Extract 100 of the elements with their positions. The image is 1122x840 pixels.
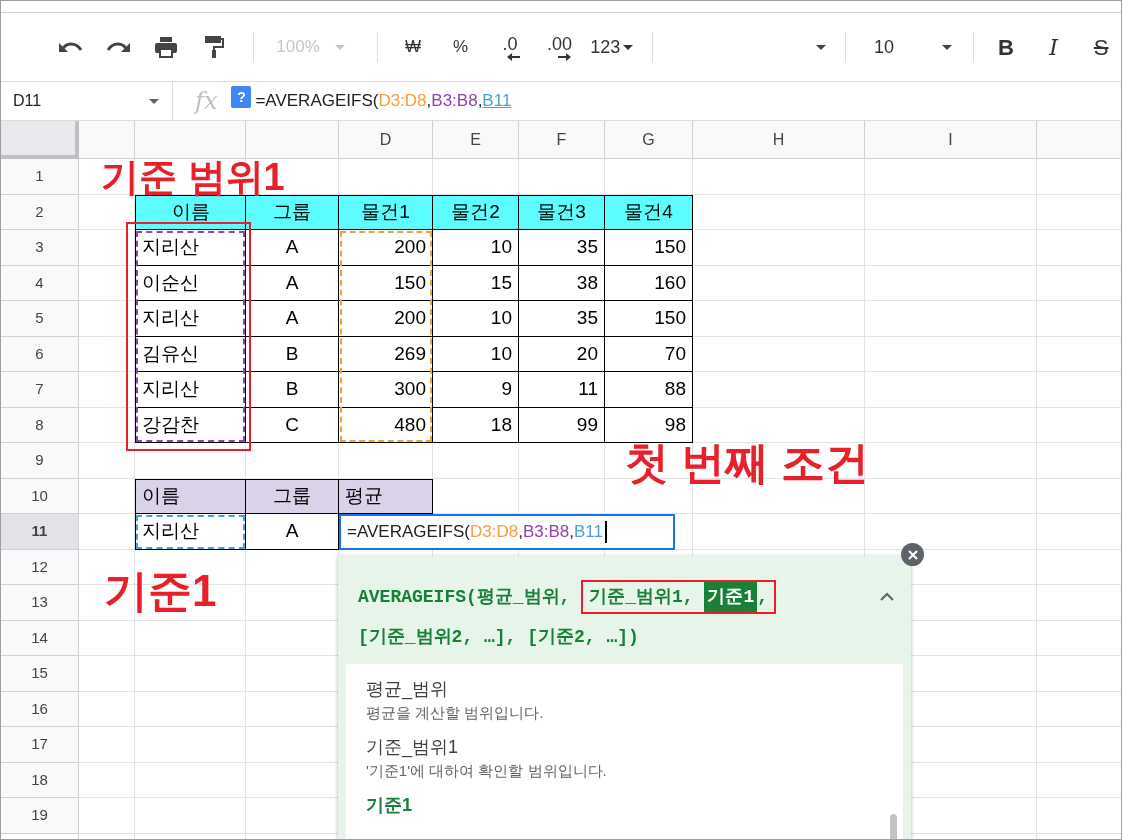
table-cell: A xyxy=(246,230,339,266)
row-header[interactable]: 12 xyxy=(1,549,79,585)
row-header[interactable]: 19 xyxy=(1,798,79,834)
chevron-up-icon xyxy=(880,591,894,601)
table-cell: C xyxy=(246,407,339,443)
column-heading: 물건4 xyxy=(605,194,693,230)
italic-button[interactable]: I xyxy=(1033,29,1074,65)
table-cell: 9 xyxy=(433,372,519,408)
help-button[interactable]: ? xyxy=(231,86,252,108)
column-header[interactable]: F xyxy=(519,121,605,159)
column-heading: 물건3 xyxy=(519,194,605,230)
row-header[interactable]: 9 xyxy=(1,443,79,479)
table-cell: 38 xyxy=(519,265,605,301)
table-cell: 269 xyxy=(339,336,433,372)
row-header[interactable]: 2 xyxy=(1,194,79,230)
caret-down-icon xyxy=(148,97,160,105)
table-cell: B xyxy=(246,336,339,372)
signature-text: , xyxy=(757,586,769,609)
row-header[interactable]: 11 xyxy=(1,514,79,550)
annotation-label: 첫 번째 조건 xyxy=(625,441,870,485)
column-heading: 물건2 xyxy=(433,194,519,230)
row-header[interactable]: 15 xyxy=(1,656,79,692)
table-cell: 98 xyxy=(605,407,693,443)
table-cell: 150 xyxy=(605,301,693,337)
row-header[interactable]: 14 xyxy=(1,620,79,656)
arrow-icon xyxy=(507,53,522,61)
caret-down-icon xyxy=(815,43,828,51)
print-icon xyxy=(153,36,178,58)
table-cell: A xyxy=(246,265,339,301)
cell-editor[interactable]: =AVERAGEIFS(D3:D8,B3:B8,B11 xyxy=(339,514,675,550)
row-header[interactable]: 17 xyxy=(1,727,79,763)
row-header[interactable]: 6 xyxy=(1,336,79,372)
caret-down-icon xyxy=(941,43,954,51)
decimal-increase-button[interactable]: .00 xyxy=(534,29,585,65)
table-cell: 70 xyxy=(605,336,693,372)
table-cell: B xyxy=(246,372,339,408)
row-header[interactable]: 16 xyxy=(1,691,79,727)
argument-name: 기준1 xyxy=(366,794,413,817)
decimal-decrease-button[interactable]: .0 xyxy=(485,29,535,65)
table-cell: 200 xyxy=(339,230,433,266)
annotation-label: 기준 범위1 xyxy=(101,160,285,195)
paint-roller-icon xyxy=(203,35,224,59)
column-header[interactable]: D xyxy=(339,121,433,159)
signature-text: [기준_범위2, …], [기준2, …]) xyxy=(358,626,639,649)
annotation-label: 기준1 xyxy=(104,569,217,613)
table-cell: 99 xyxy=(519,407,605,443)
column-header[interactable]: H xyxy=(693,121,865,159)
table-cell: 300 xyxy=(339,372,433,408)
column-header[interactable]: I xyxy=(865,121,1037,159)
signature-text: 기준_범위1, xyxy=(589,586,695,609)
argument-description: 평균을 계산할 범위입니다. xyxy=(366,703,545,723)
row-header[interactable]: 10 xyxy=(1,478,79,514)
table-cell: 11 xyxy=(519,372,605,408)
table-cell: 10 xyxy=(433,230,519,266)
column-heading: 물건1 xyxy=(339,194,433,230)
argument-name: 평균_범위 xyxy=(366,678,449,702)
table-cell: 지리산 xyxy=(135,514,246,550)
scrollbar-thumb[interactable] xyxy=(890,814,897,839)
column-header[interactable] xyxy=(135,121,246,159)
argument-description: '기준1'에 대하여 확인할 범위입니다. xyxy=(366,761,608,781)
argument-name: 기준_범위1 xyxy=(366,736,460,760)
table-cell: 160 xyxy=(605,265,693,301)
table-cell: 18 xyxy=(433,407,519,443)
column-header[interactable]: E xyxy=(433,121,519,159)
signature-text: AVERAGEIFS(평균_범위, xyxy=(358,586,572,609)
close-icon xyxy=(907,549,918,560)
formula-input[interactable]: =AVERAGEIFS(D3:D8,B3:B8,B11 xyxy=(255,88,512,114)
table-cell: 150 xyxy=(605,230,693,266)
column-header[interactable] xyxy=(1037,121,1121,159)
column-header[interactable] xyxy=(246,121,339,159)
row-header[interactable]: 13 xyxy=(1,585,79,621)
name-box[interactable]: D11 xyxy=(1,82,173,120)
font-size-dropdown[interactable]: 10 xyxy=(858,29,962,65)
row-header[interactable]: 18 xyxy=(1,762,79,798)
row-header[interactable]: 8 xyxy=(1,407,79,443)
table-cell: 35 xyxy=(519,301,605,337)
table-cell: 88 xyxy=(605,372,693,408)
format-button[interactable]: ₩ xyxy=(390,29,436,65)
table-cell: 20 xyxy=(519,336,605,372)
strikethrough-button[interactable]: S xyxy=(1081,29,1121,65)
column-header[interactable] xyxy=(79,121,135,159)
caret-down-icon xyxy=(622,43,635,51)
signature-text: 기준1 xyxy=(704,582,758,612)
select-all-corner[interactable] xyxy=(1,121,79,159)
close-button[interactable] xyxy=(901,543,924,566)
column-header[interactable]: G xyxy=(605,121,693,159)
row-header[interactable]: 3 xyxy=(1,230,79,266)
table-cell: 15 xyxy=(433,265,519,301)
row-header[interactable]: 7 xyxy=(1,372,79,408)
table-cell: 10 xyxy=(433,301,519,337)
table-cell: 10 xyxy=(433,336,519,372)
column-heading: 평균 xyxy=(339,478,433,514)
row-header[interactable]: 1 xyxy=(1,159,79,195)
format-button[interactable]: % xyxy=(437,29,484,65)
row-header[interactable]: 4 xyxy=(1,265,79,301)
number-format-dropdown[interactable]: 123 xyxy=(584,29,640,65)
caret-down-icon xyxy=(333,43,346,51)
bold-button[interactable]: B xyxy=(986,29,1026,65)
row-header[interactable]: 5 xyxy=(1,301,79,337)
table-cell: 200 xyxy=(339,301,433,337)
